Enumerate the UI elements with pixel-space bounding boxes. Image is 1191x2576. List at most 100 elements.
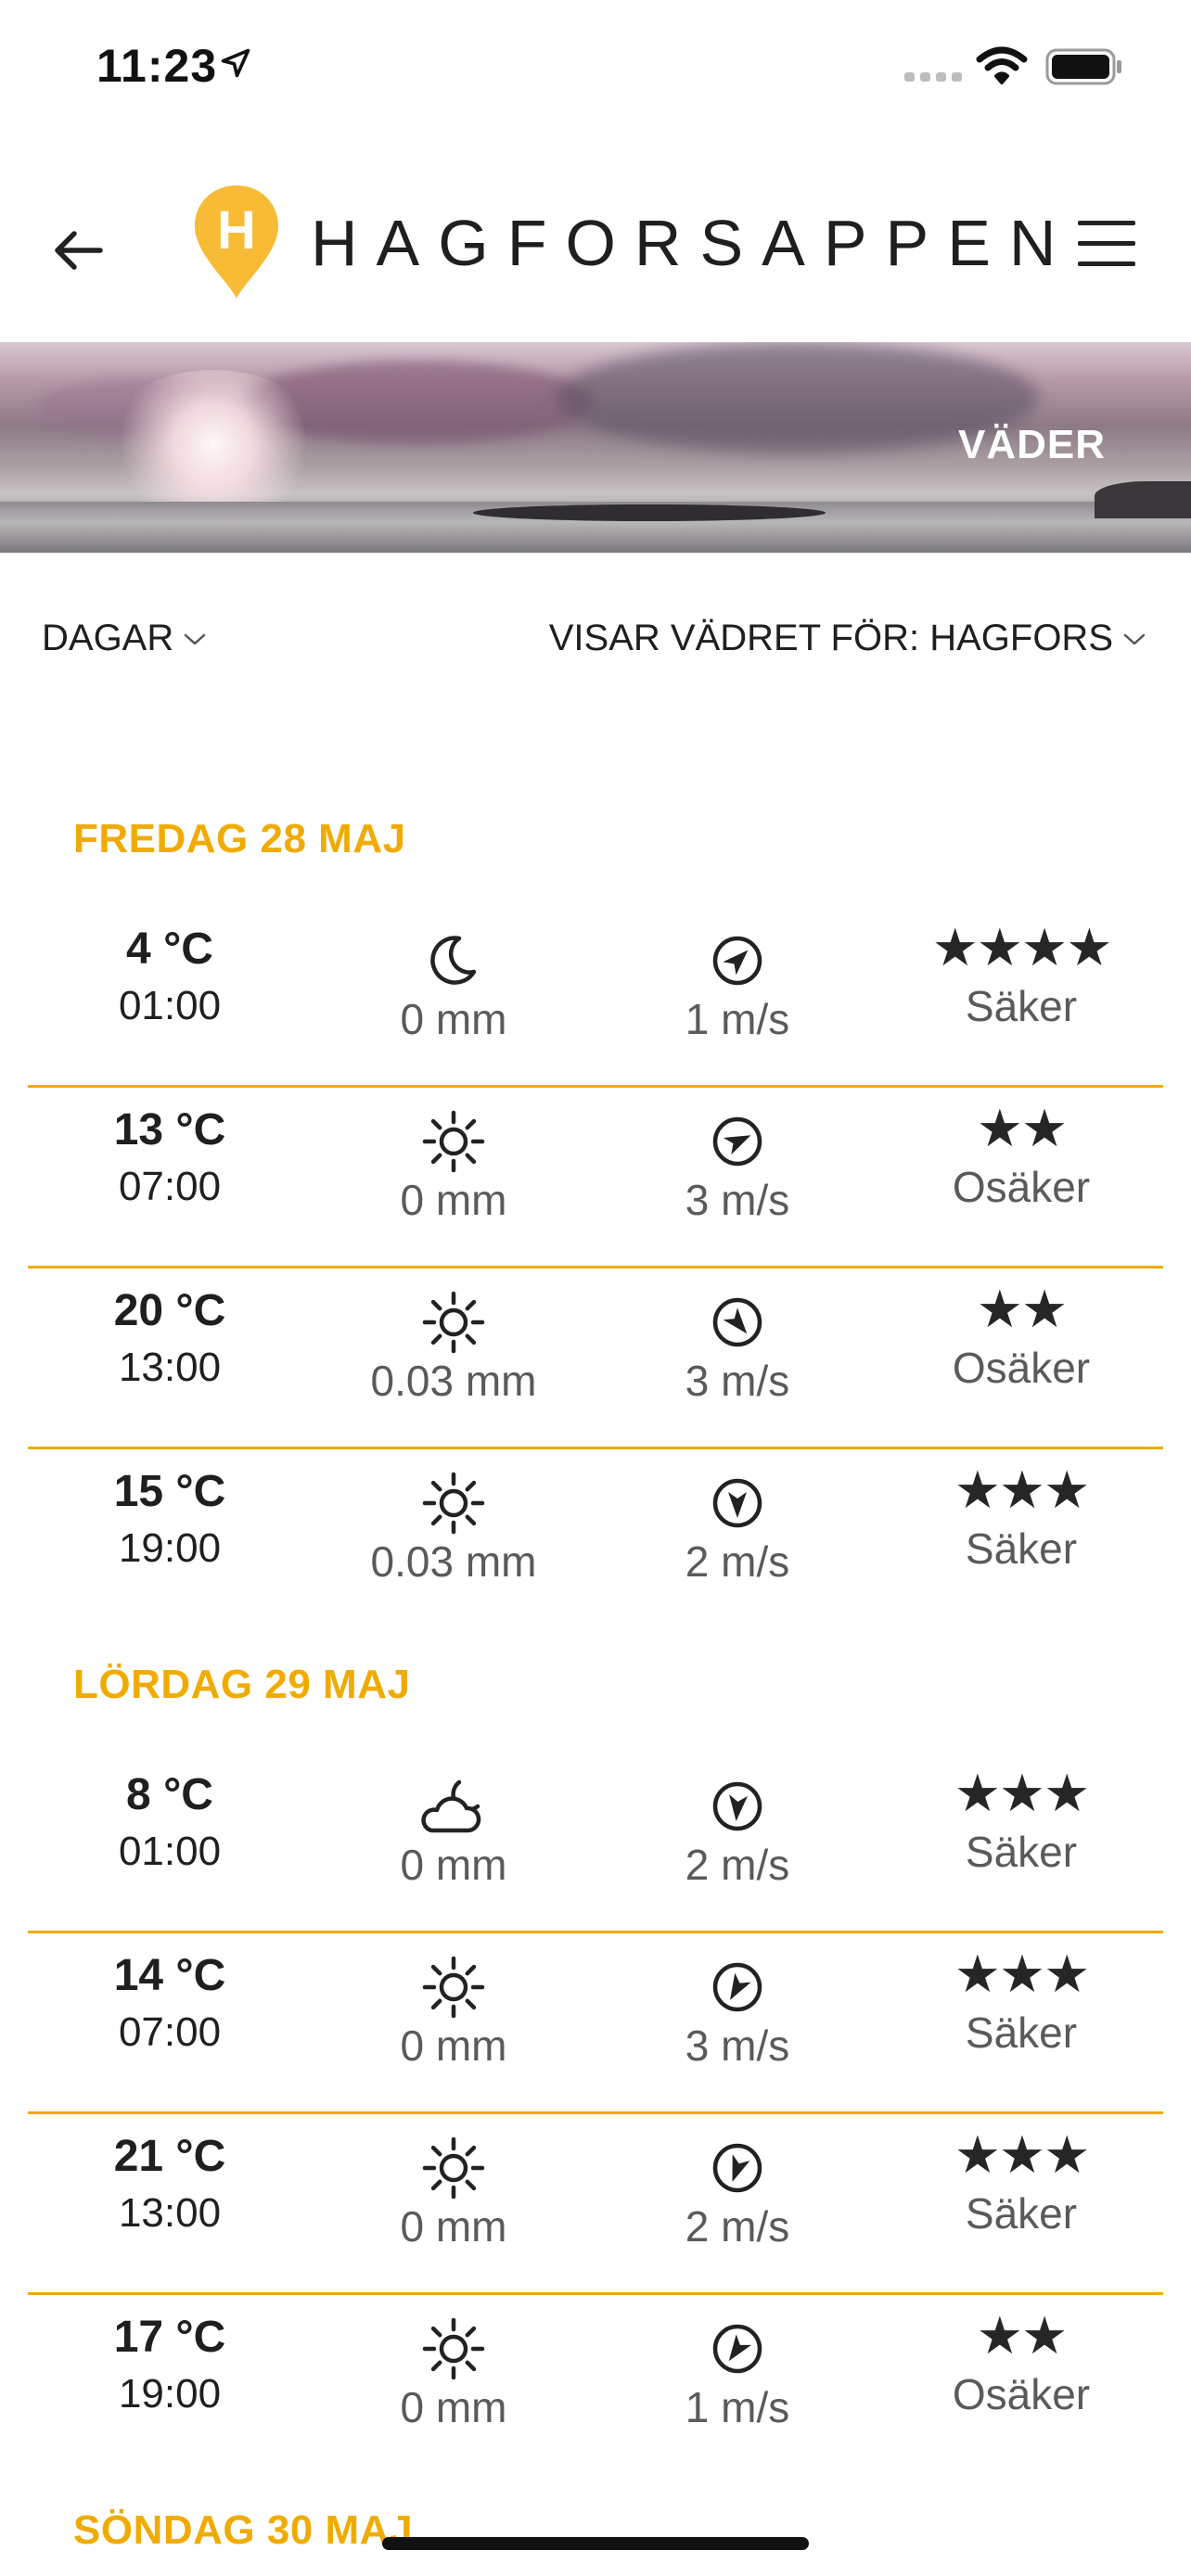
home-indicator[interactable] — [382, 2537, 809, 2550]
chevron-down-icon — [185, 633, 206, 644]
forecast-time: 07:00 — [118, 2009, 222, 2055]
confidence-label: Säker — [965, 1828, 1078, 1876]
wind-direction-icon — [712, 1297, 762, 1347]
confidence-label: Osäker — [952, 2370, 1091, 2418]
forecast-row: 4 °C 01:00 0 mm 1 m/s ★★★★ Säker — [28, 905, 1163, 1088]
rating-stars: ★★★ — [954, 1945, 1091, 2003]
sun-icon — [422, 1110, 485, 1173]
wind-direction-icon — [712, 1781, 762, 1831]
cloud-moon-icon — [421, 1779, 481, 1833]
precipitation: 0 mm — [400, 2202, 507, 2251]
precipitation-cell: 0 mm — [312, 905, 596, 1085]
confidence-cell: ★★★ Säker — [879, 1751, 1163, 1931]
forecast-row: 15 °C 19:00 0.03 mm 2 m/s ★★★ Säker — [28, 1447, 1163, 1627]
forecast-row: 14 °C 07:00 0 mm 3 m/s ★★★ Säker — [28, 1932, 1163, 2114]
temp-time-cell: 14 °C 07:00 — [28, 1932, 312, 2111]
temperature: 21 °C — [113, 2132, 226, 2181]
days-filter-dropdown[interactable]: DAGAR — [42, 618, 207, 659]
location-filter-label: VISAR VÄDRET FÖR: HAGFORS — [548, 618, 1113, 658]
temp-time-cell: 15 °C 19:00 — [28, 1447, 312, 1627]
day-heading: LÖRDAG 29 MAJ — [73, 1662, 411, 1707]
moon-icon — [430, 936, 477, 985]
day-heading: SÖNDAG 30 MAJ — [73, 2507, 413, 2553]
precipitation-cell: 0 mm — [312, 1751, 596, 1931]
cellular-signal-icon — [904, 72, 962, 82]
precipitation-cell: 0 mm — [312, 2293, 596, 2473]
rating-stars: ★★ — [976, 1099, 1068, 1157]
logo-letter: H — [217, 200, 256, 261]
wifi-icon — [976, 46, 1028, 84]
confidence-label: Säker — [965, 2009, 1078, 2057]
wind-speed: 1 m/s — [685, 2383, 790, 2431]
wind-direction-icon — [712, 2143, 762, 2193]
wind-cell: 3 m/s — [596, 1932, 879, 2111]
confidence-cell: ★★ Osäker — [879, 1086, 1163, 1266]
precipitation: 0.03 mm — [370, 1537, 537, 1586]
precipitation: 0 mm — [400, 1841, 507, 1889]
wind-speed: 2 m/s — [685, 1841, 790, 1889]
forecast-time: 19:00 — [118, 2371, 222, 2417]
hamburger-menu-button[interactable] — [1076, 215, 1137, 271]
app-logo[interactable]: H — [192, 184, 281, 300]
temperature: 4 °C — [126, 925, 213, 974]
forecast-time: 19:00 — [118, 1525, 222, 1571]
wind-speed: 2 m/s — [685, 1537, 790, 1586]
confidence-cell: ★★★ Säker — [879, 1932, 1163, 2111]
temp-time-cell: 20 °C 13:00 — [28, 1267, 312, 1447]
rating-stars: ★★ — [976, 2306, 1068, 2365]
sun-icon — [422, 2136, 485, 2200]
precipitation-cell: 0.03 mm — [312, 1267, 596, 1447]
temp-time-cell: 13 °C 07:00 — [28, 1086, 312, 1266]
rating-stars: ★★★★ — [931, 918, 1113, 976]
sun-icon — [422, 1291, 485, 1354]
confidence-cell: ★★★★ Säker — [879, 905, 1163, 1085]
wind-speed: 3 m/s — [685, 2021, 790, 2070]
forecast-row: 8 °C 01:00 0 mm 2 m/s ★★★ Säker — [28, 1751, 1163, 1933]
wind-cell: 1 m/s — [596, 905, 879, 1085]
forecast-time: 13:00 — [118, 2190, 222, 2236]
battery-icon — [1045, 48, 1121, 85]
temperature: 15 °C — [113, 1467, 226, 1516]
wind-direction-icon — [712, 1116, 762, 1167]
confidence-label: Säker — [965, 2189, 1078, 2238]
wind-direction-icon — [712, 2324, 762, 2374]
wind-speed: 3 m/s — [685, 1357, 790, 1405]
temp-time-cell: 17 °C 19:00 — [28, 2293, 312, 2473]
precipitation: 0 mm — [400, 2383, 507, 2431]
confidence-label: Säker — [965, 1524, 1078, 1573]
confidence-label: Osäker — [952, 1163, 1091, 1211]
rating-stars: ★★★ — [954, 1460, 1091, 1519]
map-pin-logo-icon: H — [195, 185, 278, 299]
precipitation-cell: 0.03 mm — [312, 1447, 596, 1627]
wind-speed: 1 m/s — [685, 995, 790, 1043]
app-title: HAGFORSAPPEN — [311, 207, 1075, 279]
temp-time-cell: 8 °C 01:00 — [28, 1751, 312, 1931]
wind-speed: 3 m/s — [685, 1176, 790, 1224]
forecast-row: 13 °C 07:00 0 mm 3 m/s ★★ Osäker — [28, 1086, 1163, 1269]
sun-icon — [422, 1472, 485, 1535]
chevron-down-icon — [1123, 633, 1146, 644]
temperature: 20 °C — [113, 1286, 226, 1335]
day-heading: FREDAG 28 MAJ — [73, 816, 406, 861]
wind-direction-icon — [712, 1962, 762, 2012]
temperature: 13 °C — [113, 1105, 226, 1154]
forecast-row: 21 °C 13:00 0 mm 2 m/s ★★★ Säker — [28, 2112, 1163, 2295]
wind-direction-icon — [712, 1478, 762, 1528]
precipitation: 0 mm — [400, 995, 507, 1043]
location-filter-dropdown[interactable]: VISAR VÄDRET FÖR: HAGFORS — [549, 618, 1146, 659]
back-button[interactable] — [48, 221, 108, 280]
forecast-row: 20 °C 13:00 0.03 mm 3 m/s ★★ Osäker — [28, 1267, 1163, 1449]
sun-icon — [422, 2317, 485, 2380]
banner-title: VÄDER — [957, 422, 1106, 467]
wind-cell: 3 m/s — [596, 1267, 879, 1447]
precipitation: 0.03 mm — [370, 1357, 537, 1405]
temperature: 8 °C — [126, 1770, 213, 1819]
wind-cell: 3 m/s — [596, 1086, 879, 1266]
forecast-time: 13:00 — [118, 1345, 222, 1390]
sun-icon — [422, 1956, 485, 2019]
precipitation: 0 mm — [400, 1176, 507, 1224]
wind-cell: 1 m/s — [596, 2293, 879, 2473]
location-arrow-icon — [221, 48, 250, 78]
rating-stars: ★★ — [976, 1280, 1068, 1338]
precipitation-cell: 0 mm — [312, 1086, 596, 1266]
